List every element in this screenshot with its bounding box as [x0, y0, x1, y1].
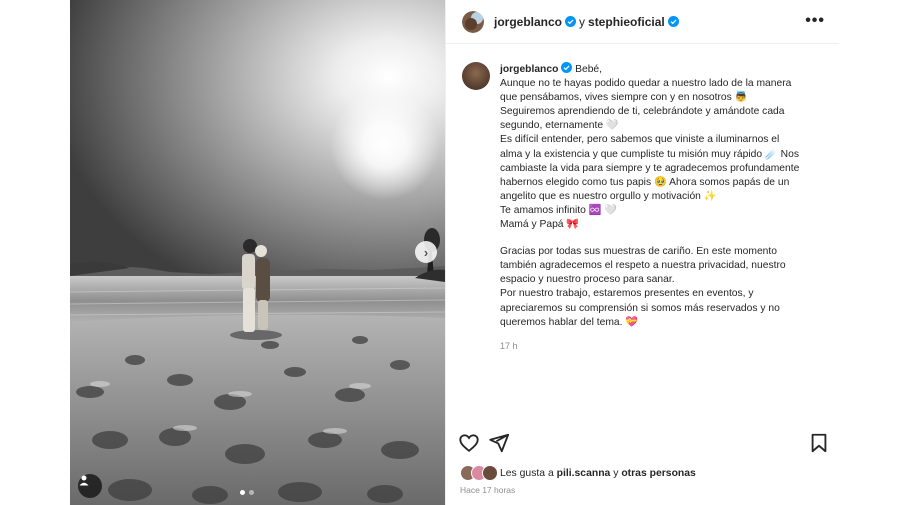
caption-username[interactable]: jorgeblanco: [500, 64, 558, 75]
liker-avatars[interactable]: [460, 465, 500, 481]
caption-first-line: jorgeblanco Bebé,: [500, 62, 800, 77]
verified-badge-icon: [667, 16, 679, 27]
caption-line: Bebé,: [575, 64, 603, 75]
send-icon[interactable]: [488, 432, 510, 454]
caption-body: jorgeblanco Bebé, Aunque no te hayas pod…: [500, 62, 800, 353]
likes-summary: Les gusta a pili.scanna y otras personas: [460, 465, 696, 481]
caption-line: Te amamos infinito ♾️ 🤍: [500, 204, 618, 216]
post-header: jorgeblanco y stephieoficial •••: [446, 0, 839, 44]
avatar: [482, 465, 498, 481]
carousel-dots: [240, 490, 254, 495]
author-line: jorgeblanco y stephieoficial: [494, 15, 679, 29]
collab-avatar[interactable]: [462, 10, 484, 33]
post-photo[interactable]: ›: [70, 0, 445, 505]
carousel-dot: [249, 490, 254, 495]
caption-paragraph: Por nuestro trabajo, estaremos presentes…: [500, 288, 780, 328]
caption-line: Es difícil entender, pero sabemos que vi…: [500, 134, 800, 202]
heart-icon[interactable]: [458, 432, 480, 454]
coauthor-username[interactable]: stephieoficial: [588, 15, 665, 29]
more-options-icon[interactable]: •••: [805, 13, 825, 29]
caption-line: Mamá y Papá 🎀: [500, 219, 580, 231]
bookmark-icon[interactable]: [808, 432, 830, 454]
post-age: Hace 17 horas: [460, 485, 516, 495]
avatar-image: [462, 10, 484, 33]
caption: jorgeblanco Bebé, Aunque no te hayas pod…: [462, 62, 832, 353]
caption-timestamp[interactable]: 17 h: [500, 339, 800, 353]
verified-badge-icon: [565, 16, 577, 27]
instagram-post: › jorgeblanco y stephieoficial ••• jorge…: [70, 0, 839, 505]
other-likers-link[interactable]: otras personas: [621, 468, 696, 479]
post-details: jorgeblanco y stephieoficial ••• jorgebl…: [445, 0, 839, 505]
action-bar: [458, 432, 830, 456]
chevron-right-icon: ›: [423, 244, 429, 260]
caption-paragraph: Gracias por todas sus muestras de cariño…: [500, 246, 786, 286]
carousel-dot: [240, 490, 245, 495]
likes-connector: y: [613, 467, 619, 479]
caption-avatar[interactable]: [462, 62, 490, 90]
author-username[interactable]: jorgeblanco: [494, 15, 562, 29]
user-tag-icon: [79, 475, 89, 486]
likes-prefix: Les gusta a: [500, 467, 554, 479]
caption-line: Aunque no te hayas podido quedar a nuest…: [500, 78, 792, 132]
tagged-users-button[interactable]: [78, 474, 102, 498]
author-connector: y: [579, 14, 586, 29]
beach-photo: [70, 0, 445, 505]
liker-username[interactable]: pili.scanna: [557, 468, 611, 479]
verified-badge-icon: [561, 62, 573, 73]
next-photo-button[interactable]: ›: [415, 241, 437, 263]
